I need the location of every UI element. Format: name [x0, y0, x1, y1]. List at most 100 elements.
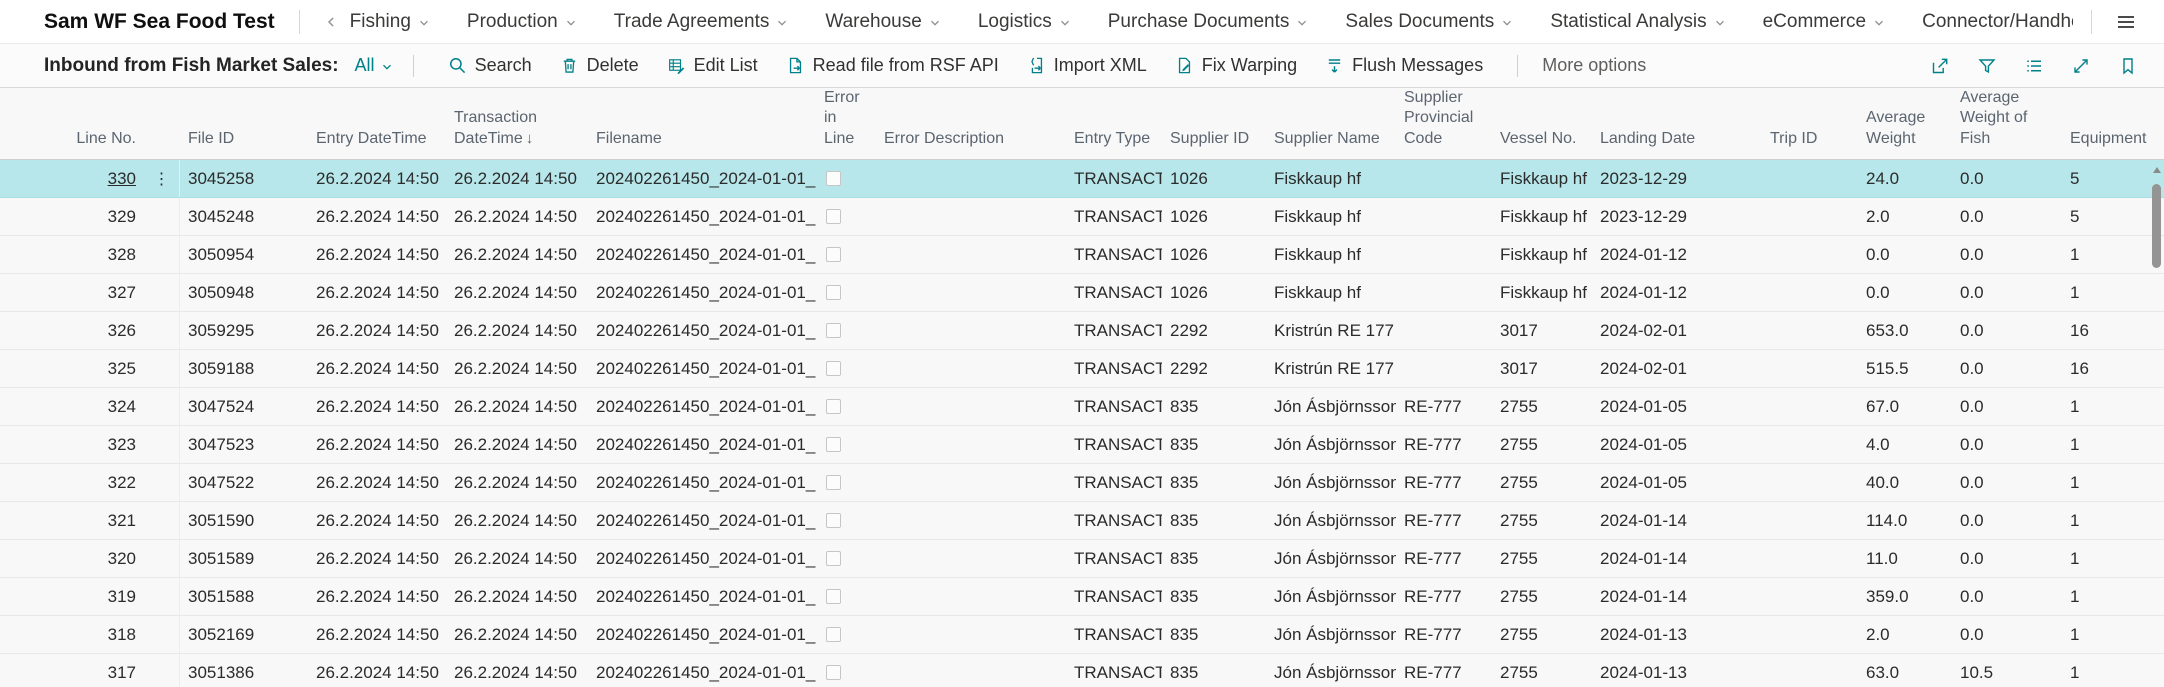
cell-filename[interactable]: 202402261450_2024-01-01_20...: [588, 502, 816, 539]
filter-icon[interactable]: [1977, 56, 1997, 76]
column-header-transaction-datetime[interactable]: Transaction DateTime↓: [446, 88, 588, 159]
flush-messages-button[interactable]: Flush Messages: [1311, 49, 1497, 83]
cell-filename[interactable]: 202402261450_2024-01-01_20...: [588, 654, 816, 686]
cell-filename[interactable]: 202402261450_2024-01-01_20...: [588, 426, 816, 463]
cell-vessel-no[interactable]: 2755: [1492, 388, 1592, 425]
cell-landing-date[interactable]: 2024-01-12: [1592, 274, 1762, 311]
column-header-filename[interactable]: Filename: [588, 88, 816, 159]
cell-file-id[interactable]: 3051386: [180, 654, 308, 686]
cell-landing-date[interactable]: 2024-01-14: [1592, 502, 1762, 539]
cell-average-weight-of-fish[interactable]: 0.0: [1952, 426, 2062, 463]
cell-supplier-provincial-code[interactable]: [1396, 198, 1492, 235]
vertical-scrollbar[interactable]: [2150, 160, 2163, 686]
cell-entry-type[interactable]: TRANSACTIO: [1066, 350, 1162, 387]
cell-equipment[interactable]: 16: [2062, 312, 2150, 349]
column-header-file-id[interactable]: File ID: [180, 88, 308, 159]
cell-supplier-name[interactable]: Jón Ásbjörnsson: [1266, 578, 1396, 615]
cell-filename[interactable]: 202402261450_2024-01-01_20...: [588, 616, 816, 653]
nav-item-ecommerce[interactable]: eCommerce: [1763, 11, 1885, 33]
more-options-button[interactable]: More options: [1542, 55, 1646, 76]
row-menu-icon[interactable]: ⋮: [144, 578, 180, 615]
cell-landing-date[interactable]: 2024-01-05: [1592, 426, 1762, 463]
view-filter-dropdown[interactable]: All: [355, 55, 393, 76]
nav-item-production[interactable]: Production: [467, 11, 577, 33]
error-in-line-checkbox[interactable]: [826, 513, 841, 528]
cell-supplier-name[interactable]: Fiskkaup hf: [1266, 160, 1396, 197]
cell-entry-datetime[interactable]: 26.2.2024 14:50: [308, 426, 446, 463]
cell-entry-datetime[interactable]: 26.2.2024 14:50: [308, 502, 446, 539]
cell-supplier-name[interactable]: Fiskkaup hf: [1266, 236, 1396, 273]
row-menu-icon[interactable]: ⋮: [144, 388, 180, 425]
cell-filename[interactable]: 202402261450_2024-01-01_20...: [588, 274, 816, 311]
table-row[interactable]: 322⋮304752226.2.2024 14:5026.2.2024 14:5…: [0, 464, 2164, 502]
cell-entry-datetime[interactable]: 26.2.2024 14:50: [308, 388, 446, 425]
cell-error-description[interactable]: [876, 578, 1066, 615]
cell-error-description[interactable]: [876, 426, 1066, 463]
cell-file-id[interactable]: 3047523: [180, 426, 308, 463]
error-in-line-checkbox[interactable]: [826, 399, 841, 414]
cell-supplier-name[interactable]: Jón Ásbjörnsson: [1266, 616, 1396, 653]
cell-supplier-name[interactable]: Fiskkaup hf: [1266, 198, 1396, 235]
app-title[interactable]: Sam WF Sea Food Test: [44, 10, 275, 34]
cell-transaction-datetime[interactable]: 26.2.2024 14:50: [446, 578, 588, 615]
cell-filename[interactable]: 202402261450_2024-01-01_20...: [588, 464, 816, 501]
cell-vessel-no[interactable]: Fiskkaup hf: [1492, 160, 1592, 197]
cell-filename[interactable]: 202402261450_2024-01-01_20...: [588, 236, 816, 273]
cell-entry-type[interactable]: TRANSACTIO: [1066, 312, 1162, 349]
cell-transaction-datetime[interactable]: 26.2.2024 14:50: [446, 540, 588, 577]
cell-supplier-id[interactable]: 835: [1162, 540, 1266, 577]
column-header-error-in-line[interactable]: Error in Line: [816, 88, 876, 159]
cell-supplier-id[interactable]: 835: [1162, 426, 1266, 463]
search-button[interactable]: Search: [434, 49, 546, 83]
cell-supplier-name[interactable]: Jón Ásbjörnsson: [1266, 464, 1396, 501]
cell-vessel-no[interactable]: 2755: [1492, 616, 1592, 653]
row-menu-icon[interactable]: ⋮: [144, 540, 180, 577]
table-row[interactable]: 317⋮305138626.2.2024 14:5026.2.2024 14:5…: [0, 654, 2164, 686]
cell-supplier-id[interactable]: 1026: [1162, 236, 1266, 273]
cell-vessel-no[interactable]: 2755: [1492, 654, 1592, 686]
cell-entry-type[interactable]: TRANSACTIO: [1066, 388, 1162, 425]
cell-landing-date[interactable]: 2024-01-14: [1592, 540, 1762, 577]
cell-supplier-provincial-code[interactable]: RE-777: [1396, 388, 1492, 425]
cell-vessel-no[interactable]: Fiskkaup hf: [1492, 274, 1592, 311]
cell-landing-date[interactable]: 2024-01-05: [1592, 388, 1762, 425]
cell-trip-id[interactable]: [1762, 540, 1858, 577]
cell-average-weight-of-fish[interactable]: 0.0: [1952, 578, 2062, 615]
table-row[interactable]: 324⋮304752426.2.2024 14:5026.2.2024 14:5…: [0, 388, 2164, 426]
cell-transaction-datetime[interactable]: 26.2.2024 14:50: [446, 654, 588, 686]
cell-supplier-id[interactable]: 1026: [1162, 274, 1266, 311]
scrollbar-up-icon[interactable]: [2153, 167, 2161, 173]
cell-error-description[interactable]: [876, 312, 1066, 349]
cell-vessel-no[interactable]: 3017: [1492, 312, 1592, 349]
cell-supplier-id[interactable]: 1026: [1162, 198, 1266, 235]
cell-trip-id[interactable]: [1762, 350, 1858, 387]
cell-supplier-provincial-code[interactable]: RE-777: [1396, 464, 1492, 501]
cell-file-id[interactable]: 3051590: [180, 502, 308, 539]
cell-line-no[interactable]: 326: [44, 312, 144, 349]
cell-transaction-datetime[interactable]: 26.2.2024 14:50: [446, 502, 588, 539]
cell-entry-type[interactable]: TRANSACTIO: [1066, 160, 1162, 197]
row-menu-icon[interactable]: ⋮: [144, 350, 180, 387]
column-header-supplier-id[interactable]: Supplier ID: [1162, 88, 1266, 159]
cell-average-weight-of-fish[interactable]: 0.0: [1952, 464, 2062, 501]
cell-vessel-no[interactable]: 2755: [1492, 502, 1592, 539]
cell-transaction-datetime[interactable]: 26.2.2024 14:50: [446, 236, 588, 273]
cell-entry-type[interactable]: TRANSACTIO: [1066, 578, 1162, 615]
cell-error-description[interactable]: [876, 350, 1066, 387]
bookmark-icon[interactable]: [2118, 56, 2138, 76]
cell-equipment[interactable]: 1: [2062, 654, 2150, 686]
cell-file-id[interactable]: 3050954: [180, 236, 308, 273]
row-menu-icon[interactable]: ⋮: [144, 426, 180, 463]
cell-error-description[interactable]: [876, 464, 1066, 501]
cell-error-in-line[interactable]: [816, 198, 876, 235]
column-header-error-description[interactable]: Error Description: [876, 88, 1066, 159]
cell-error-in-line[interactable]: [816, 350, 876, 387]
cell-entry-datetime[interactable]: 26.2.2024 14:50: [308, 350, 446, 387]
cell-average-weight[interactable]: 4.0: [1858, 426, 1952, 463]
error-in-line-checkbox[interactable]: [826, 323, 841, 338]
cell-vessel-no[interactable]: 3017: [1492, 350, 1592, 387]
table-row[interactable]: 327⋮305094826.2.2024 14:5026.2.2024 14:5…: [0, 274, 2164, 312]
cell-supplier-provincial-code[interactable]: [1396, 236, 1492, 273]
cell-equipment[interactable]: 1: [2062, 388, 2150, 425]
cell-file-id[interactable]: 3047524: [180, 388, 308, 425]
